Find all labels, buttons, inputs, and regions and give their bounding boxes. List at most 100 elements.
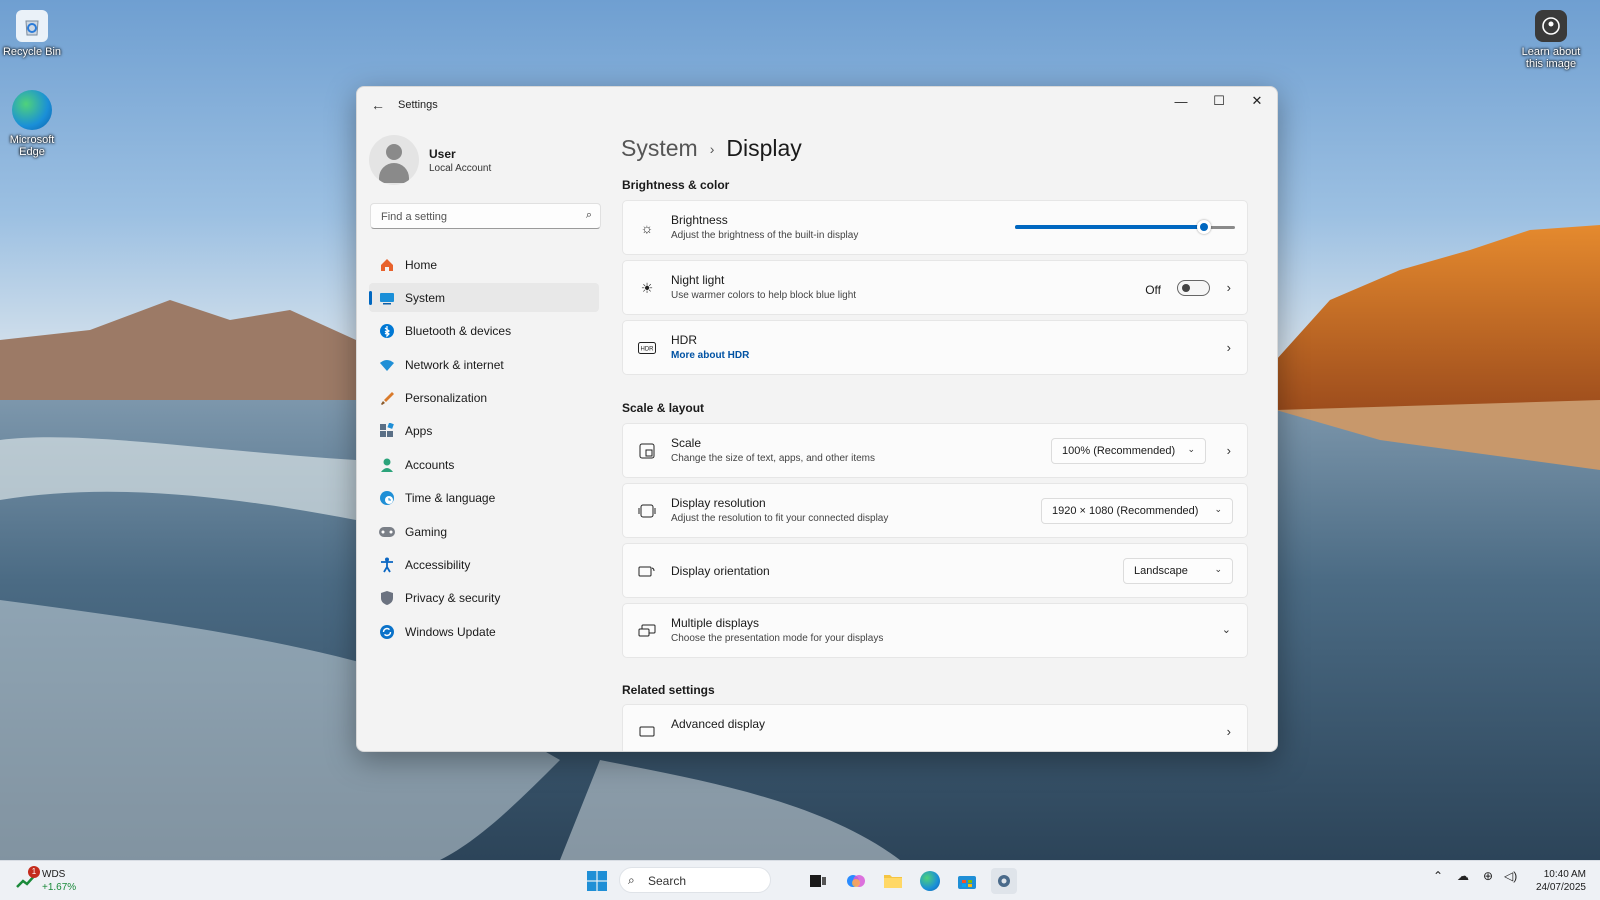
accessibility-icon: [378, 556, 396, 574]
nav-item-privacy-security[interactable]: Privacy & security: [369, 584, 599, 613]
nav-item-label: Accessibility: [405, 558, 471, 573]
nav-item-label: Privacy & security: [405, 591, 501, 606]
chevron-right-icon[interactable]: ›: [1227, 443, 1231, 458]
night-light-icon: ☀: [640, 279, 654, 296]
onedrive-icon[interactable]: ☁: [1457, 869, 1469, 883]
chevron-right-icon[interactable]: ›: [1227, 724, 1231, 739]
scale-dropdown[interactable]: 100% (Recommended) ⌄: [1051, 438, 1206, 464]
breadcrumb-separator: ›: [709, 140, 715, 157]
slider-fill: [1015, 225, 1205, 229]
volume-icon[interactable]: ◁): [1504, 869, 1517, 883]
main-content: System › Display Brightness & color ☼ Br…: [621, 123, 1261, 751]
nav-item-bluetooth[interactable]: Bluetooth & devices: [369, 317, 599, 346]
store-icon: [958, 876, 976, 889]
back-arrow-icon: ←: [371, 97, 385, 113]
night-light-card[interactable]: ☀ Night light Use warmer colors to help …: [622, 260, 1248, 315]
system-icon: [378, 289, 396, 307]
desktop-icon-learn-about-image[interactable]: Learn about this image: [1519, 10, 1583, 70]
nav-item-label: Home: [405, 257, 438, 272]
orientation-dropdown[interactable]: Landscape ⌄: [1123, 558, 1233, 584]
more-about-hdr-link[interactable]: More about HDR: [671, 350, 749, 361]
folder-icon: [884, 875, 902, 888]
nav-item-label: Windows Update: [405, 624, 496, 639]
title-bar: ← Settings — ☐ ✕: [357, 87, 1277, 123]
nav-item-time-language[interactable]: Time & language: [369, 484, 599, 513]
store-button[interactable]: [954, 868, 980, 894]
nav-item-network[interactable]: Network & internet: [369, 350, 599, 379]
resolution-dropdown[interactable]: 1920 × 1080 (Recommended) ⌄: [1041, 498, 1233, 524]
profile-account-type: Local Account: [429, 163, 492, 174]
nav-item-system[interactable]: System: [369, 283, 599, 313]
minimize-button[interactable]: —: [1161, 87, 1201, 115]
multiple-displays-subtitle: Choose the presentation mode for your di…: [671, 633, 884, 644]
brightness-slider[interactable]: [1015, 220, 1235, 234]
hdr-title: HDR: [671, 333, 697, 347]
resolution-icon: [637, 501, 657, 521]
scale-value: 100% (Recommended): [1062, 445, 1176, 457]
wifi-icon: [378, 356, 396, 374]
edge-icon: [12, 90, 52, 130]
copilot-icon: [847, 875, 865, 887]
search-input[interactable]: [379, 208, 573, 226]
settings-taskbar-button[interactable]: [991, 868, 1017, 894]
nav-item-personalization[interactable]: Personalization: [369, 384, 599, 413]
nav-item-gaming[interactable]: Gaming: [369, 517, 599, 546]
chevron-down-icon[interactable]: ⌄: [1222, 623, 1231, 636]
nav-item-apps[interactable]: Apps: [369, 417, 599, 446]
file-explorer-button[interactable]: [880, 868, 906, 894]
maximize-button[interactable]: ☐: [1199, 87, 1239, 115]
scale-card[interactable]: Scale Change the size of text, apps, and…: [622, 423, 1248, 478]
edge-taskbar-button[interactable]: [917, 868, 943, 894]
brightness-card: ☼ Brightness Adjust the brightness of th…: [622, 200, 1248, 255]
slider-thumb[interactable]: [1197, 220, 1212, 234]
multiple-displays-card[interactable]: Multiple displays Choose the presentatio…: [622, 603, 1248, 658]
advanced-display-card[interactable]: Advanced display ›: [622, 704, 1248, 751]
desktop-icon-microsoft-edge[interactable]: Microsoft Edge: [0, 90, 64, 158]
start-button[interactable]: [584, 868, 610, 894]
user-profile[interactable]: User Local Account: [369, 135, 589, 187]
display-orientation-card: Display orientation Landscape ⌄: [622, 543, 1248, 598]
system-clock[interactable]: 10:40 AM 24/07/2025: [1520, 868, 1586, 894]
nav-item-label: Accounts: [405, 457, 455, 472]
task-view-button[interactable]: [805, 868, 831, 894]
show-hidden-icons-chevron-icon[interactable]: ⌃: [1433, 869, 1443, 883]
breadcrumb-parent[interactable]: System: [621, 135, 698, 162]
orientation-value: Landscape: [1134, 565, 1188, 577]
find-setting-search: ⌕: [370, 203, 601, 229]
nav-item-home[interactable]: Home: [369, 250, 599, 279]
night-light-toggle[interactable]: [1177, 280, 1210, 296]
brush-icon: [378, 389, 396, 407]
nav-item-windows-update[interactable]: Windows Update: [369, 617, 599, 646]
multiple-displays-icon: [637, 621, 657, 641]
network-globe-icon[interactable]: ⊕: [1483, 869, 1493, 883]
monitor-icon: [637, 722, 657, 742]
chevron-down-icon: ⌄: [1214, 504, 1222, 514]
stock-name: WDS: [42, 869, 66, 880]
nav-item-accessibility[interactable]: Accessibility: [369, 551, 599, 580]
taskbar-search[interactable]: ⌕ Search: [619, 867, 771, 893]
orientation-icon: [637, 561, 657, 581]
window-title: Settings: [398, 99, 438, 111]
back-button[interactable]: ←: [367, 95, 389, 115]
profile-name: User: [429, 147, 456, 161]
home-icon: [378, 256, 396, 274]
nav-item-accounts[interactable]: Accounts: [369, 450, 599, 479]
multiple-displays-title: Multiple displays: [671, 616, 760, 630]
desktop-icon-recycle-bin[interactable]: Recycle Bin: [0, 10, 64, 58]
nav-item-label: Bluetooth & devices: [405, 324, 512, 339]
close-button[interactable]: ✕: [1237, 87, 1277, 115]
hdr-card[interactable]: HDR HDR More about HDR ›: [622, 320, 1248, 375]
gamepad-icon: [378, 523, 396, 541]
copilot-button[interactable]: [843, 868, 869, 894]
chevron-right-icon[interactable]: ›: [1227, 340, 1231, 355]
chevron-right-icon[interactable]: ›: [1227, 280, 1231, 295]
settings-nav: Home System Bluetooth & devices Network …: [369, 250, 599, 651]
update-icon: [378, 623, 396, 641]
search-icon[interactable]: ⌕: [586, 209, 592, 222]
shield-icon: [378, 589, 396, 607]
taskbar-search-placeholder: Search: [648, 874, 687, 888]
taskbar: 1 WDS +1.67% ⌕ Search ⌃ ☁ ⊕ ◁) 10:40 AM …: [0, 860, 1600, 900]
display-resolution-title: Display resolution: [671, 496, 766, 510]
nav-item-label: Gaming: [405, 524, 448, 539]
svg-text:HDR: HDR: [641, 347, 655, 353]
